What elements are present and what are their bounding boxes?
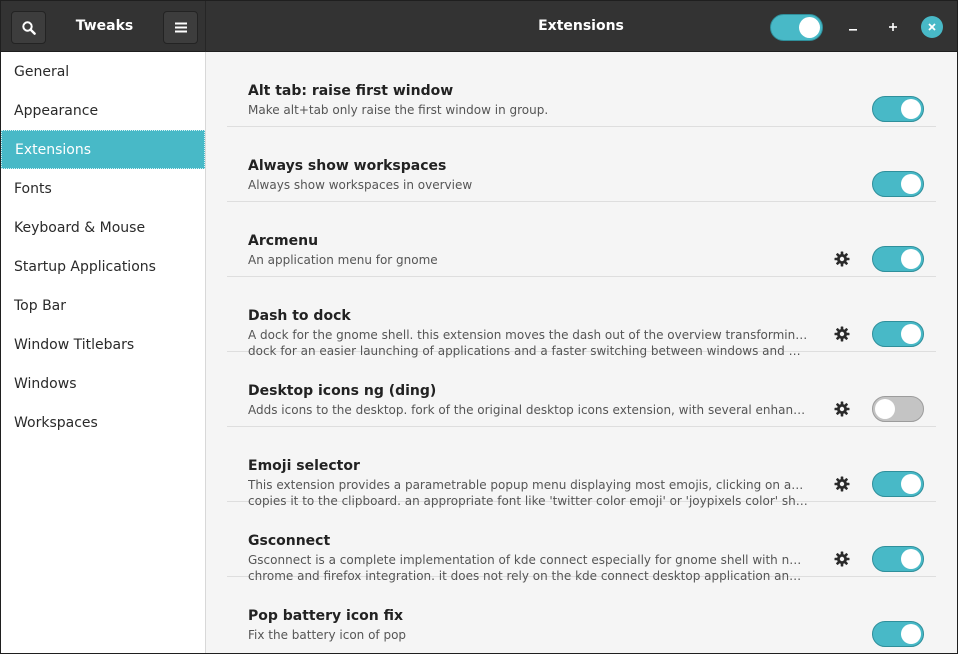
extension-toggle[interactable] <box>872 96 924 122</box>
extension-toggle[interactable] <box>872 321 924 347</box>
switch-knob <box>901 324 921 344</box>
sidebar-item-workspaces[interactable]: Workspaces <box>1 403 205 442</box>
sidebar-item-keyboard-mouse[interactable]: Keyboard & Mouse <box>1 208 205 247</box>
extension-row-gsconnect: Gsconnect Gsconnect is a complete implem… <box>227 502 936 583</box>
search-button[interactable] <box>11 11 46 44</box>
extension-row-dash-to-dock: Dash to dock A dock for the gnome shell.… <box>227 277 936 358</box>
extension-toggle[interactable] <box>872 396 924 422</box>
extensions-list: Alt tab: raise first window Make alt+tab… <box>207 52 957 653</box>
gear-icon[interactable] <box>834 476 850 492</box>
extension-toggle[interactable] <box>872 621 924 647</box>
extension-description: Make alt+tab only raise the first window… <box>248 102 808 118</box>
extension-description: An application menu for gnome <box>248 252 808 268</box>
extension-description-line: Gsconnect is a complete implementation o… <box>248 553 808 567</box>
sidebar-item-label: General <box>14 63 70 80</box>
minimize-icon <box>849 29 857 31</box>
sidebar-header: Tweaks <box>1 1 206 52</box>
app-title: Tweaks <box>75 18 134 34</box>
sidebar-item-label: Top Bar <box>14 297 67 314</box>
header-bar: Tweaks Extensions <box>1 1 957 52</box>
sidebar-item-appearance[interactable]: Appearance <box>1 91 205 130</box>
extension-row-always-show-workspaces: Always show workspaces Always show works… <box>227 127 936 202</box>
switch-knob <box>901 549 921 569</box>
sidebar-item-top-bar[interactable]: Top Bar <box>1 286 205 325</box>
switch-knob <box>901 624 921 644</box>
extension-row-emoji-selector: Emoji selector This extension provides a… <box>227 427 936 508</box>
switch-knob <box>901 474 921 494</box>
extension-description-line: A dock for the gnome shell. this extensi… <box>248 328 808 342</box>
minimize-button[interactable] <box>842 16 864 38</box>
extension-description-line: Make alt+tab only raise the first window… <box>248 103 549 117</box>
sidebar-item-fonts[interactable]: Fonts <box>1 169 205 208</box>
extension-row-arcmenu: Arcmenu An application menu for gnome <box>227 202 936 277</box>
sidebar: General Appearance Extensions Fonts Keyb… <box>1 52 206 653</box>
extension-name: Always show workspaces <box>248 158 447 174</box>
switch-knob <box>901 174 921 194</box>
extension-row-alt-tab: Alt tab: raise first window Make alt+tab… <box>227 52 936 127</box>
extension-row-desktop-icons-ng: Desktop icons ng (ding) Adds icons to th… <box>227 352 936 427</box>
gear-icon[interactable] <box>834 326 850 342</box>
sidebar-item-extensions[interactable]: Extensions <box>1 130 205 169</box>
sidebar-item-windows[interactable]: Windows <box>1 364 205 403</box>
extension-name: Dash to dock <box>248 308 351 324</box>
switch-knob <box>901 99 921 119</box>
extension-name: Emoji selector <box>248 458 360 474</box>
extension-name: Alt tab: raise first window <box>248 83 454 99</box>
maximize-button[interactable] <box>882 16 904 38</box>
sidebar-item-window-titlebars[interactable]: Window Titlebars <box>1 325 205 364</box>
extension-toggle[interactable] <box>872 471 924 497</box>
extension-toggle[interactable] <box>872 171 924 197</box>
gear-icon[interactable] <box>834 251 850 267</box>
extension-name: Desktop icons ng (ding) <box>248 383 437 399</box>
extension-description-line: Always show workspaces in overview <box>248 178 473 192</box>
extension-description: Adds icons to the desktop. fork of the o… <box>248 402 808 418</box>
hamburger-menu-icon <box>174 22 187 33</box>
close-icon <box>928 23 936 31</box>
extension-description-line: This extension provides a parametrable p… <box>248 478 808 492</box>
extension-row-pop-battery-icon-fix: Pop battery icon fix Fix the battery ico… <box>227 577 936 652</box>
sidebar-item-general[interactable]: General <box>1 52 205 91</box>
sidebar-item-startup-applications[interactable]: Startup Applications <box>1 247 205 286</box>
extension-name: Arcmenu <box>248 233 319 249</box>
switch-knob <box>799 17 820 38</box>
sidebar-item-label: Workspaces <box>14 414 98 431</box>
extension-toggle[interactable] <box>872 546 924 572</box>
sidebar-item-label: Extensions <box>15 141 92 158</box>
extension-name: Pop battery icon fix <box>248 608 403 624</box>
sidebar-item-label: Keyboard & Mouse <box>14 219 146 236</box>
switch-knob <box>875 399 895 419</box>
gear-icon[interactable] <box>834 551 850 567</box>
gear-icon[interactable] <box>834 401 850 417</box>
extension-description: Always show workspaces in overview <box>248 177 808 193</box>
close-button[interactable] <box>921 16 943 38</box>
extension-name: Gsconnect <box>248 533 331 549</box>
sidebar-item-label: Window Titlebars <box>14 336 135 353</box>
sidebar-item-label: Windows <box>14 375 77 392</box>
sidebar-item-label: Fonts <box>14 180 52 197</box>
menu-button[interactable] <box>163 11 198 44</box>
extension-description-line: Adds icons to the desktop. fork of the o… <box>248 403 808 417</box>
sidebar-item-label: Startup Applications <box>14 258 156 275</box>
extensions-master-switch[interactable] <box>770 14 823 41</box>
extension-description-line: An application menu for gnome <box>248 253 438 267</box>
tweaks-window: Tweaks Extensions General Appearance Ext… <box>0 0 958 654</box>
switch-knob <box>901 249 921 269</box>
search-icon <box>21 20 36 35</box>
extension-description: Fix the battery icon of pop <box>248 627 808 643</box>
sidebar-item-label: Appearance <box>14 102 99 119</box>
maximize-icon <box>889 23 897 31</box>
extension-description-line: Fix the battery icon of pop <box>248 628 407 642</box>
extension-toggle[interactable] <box>872 246 924 272</box>
